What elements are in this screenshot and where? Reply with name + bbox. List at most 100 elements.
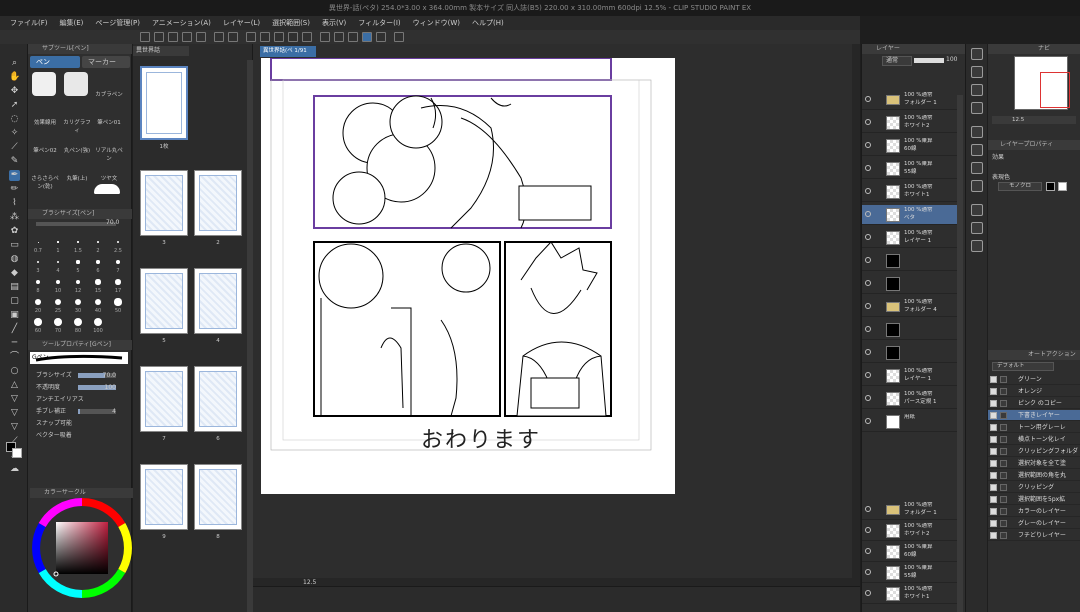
transform-icon[interactable] <box>260 32 270 42</box>
checkbox[interactable] <box>990 388 997 395</box>
layer-row[interactable]: 100 %乗算 55線 <box>862 159 958 179</box>
auto-action-item[interactable]: 選択対象を全て塗 <box>988 458 1080 469</box>
brush-size-preset[interactable] <box>57 241 59 243</box>
brush-size-preset[interactable] <box>55 279 61 285</box>
snap-ruler-icon[interactable] <box>348 32 358 42</box>
brush-size-preset[interactable] <box>54 318 62 326</box>
open-file-icon[interactable] <box>154 32 164 42</box>
document-tab[interactable]: 異世界話(ペ 1/91 <box>260 46 316 57</box>
dialog-toggle[interactable] <box>1000 448 1007 455</box>
brush-size-preset[interactable] <box>95 279 101 285</box>
brush-size-preset[interactable] <box>75 279 81 285</box>
page-thumbnail[interactable] <box>140 366 188 432</box>
dialog-toggle[interactable] <box>1000 484 1007 491</box>
dialog-toggle[interactable] <box>1000 400 1007 407</box>
ruler-icon[interactable]: ╱ <box>9 324 20 335</box>
eye-icon[interactable] <box>865 142 871 148</box>
checkbox[interactable] <box>990 532 997 539</box>
checkbox[interactable] <box>990 448 997 455</box>
dialog-toggle[interactable] <box>1000 508 1007 515</box>
layer-row[interactable]: 100 %通常 フォルダー 1 <box>862 500 958 520</box>
auto-action-item[interactable]: カラーのレイヤー <box>988 506 1080 517</box>
menu-item[interactable]: 編集(E) <box>60 16 84 30</box>
material-4-icon[interactable] <box>971 240 983 252</box>
eye-icon[interactable] <box>865 257 871 263</box>
crop-icon[interactable] <box>302 32 312 42</box>
eye-icon[interactable] <box>865 234 871 240</box>
menu-item[interactable]: アニメーション(A) <box>152 16 211 30</box>
move-icon[interactable]: ✥ <box>9 86 20 97</box>
export-icon[interactable] <box>196 32 206 42</box>
page-thumbnail[interactable] <box>140 170 188 236</box>
snap-grid-icon[interactable] <box>376 32 386 42</box>
snap-icon[interactable] <box>334 32 344 42</box>
tool-prop-row[interactable]: アンチエイリアス <box>36 394 126 405</box>
brush-size-preset[interactable] <box>54 298 62 306</box>
layer-row[interactable] <box>862 274 958 294</box>
brush-tsuya-preview[interactable] <box>94 184 120 194</box>
save-icon[interactable] <box>168 32 178 42</box>
deselect-icon[interactable] <box>274 32 284 42</box>
brush-size-preset[interactable] <box>94 318 102 326</box>
auto-action-item[interactable]: トーン用グレーレ <box>988 422 1080 433</box>
triangle3-icon[interactable]: ▽ <box>9 422 20 433</box>
checkbox[interactable] <box>990 424 997 431</box>
eraser-icon[interactable]: ▭ <box>9 240 20 251</box>
information-icon[interactable] <box>971 84 983 96</box>
brush-size-preset[interactable] <box>74 318 82 326</box>
page-thumbnail[interactable] <box>140 66 188 140</box>
frame-icon[interactable]: ▣ <box>9 310 20 321</box>
layer-row[interactable]: 100 %通常 ホワイト1 <box>862 584 958 604</box>
auto-action-item[interactable]: オレンジ <box>988 386 1080 397</box>
eye-icon[interactable] <box>865 527 871 533</box>
brush-size-preset[interactable] <box>94 298 102 306</box>
tool-prop-slider[interactable] <box>78 409 116 414</box>
triangle-icon[interactable]: ▽ <box>9 394 20 405</box>
dialog-toggle[interactable] <box>1000 376 1007 383</box>
dialog-toggle[interactable] <box>1000 472 1007 479</box>
navigator-zoom[interactable]: 12.5 <box>992 116 1076 124</box>
material-icon[interactable] <box>971 180 983 192</box>
eye-icon[interactable] <box>865 548 871 554</box>
figure-icon[interactable]: ▢ <box>9 296 20 307</box>
print-icon[interactable] <box>182 32 192 42</box>
menu-item[interactable]: ウィンドウ(W) <box>413 16 460 30</box>
auto-action-item[interactable]: ピンク のコピー <box>988 398 1080 409</box>
checkbox[interactable] <box>990 472 997 479</box>
white-swatch[interactable] <box>1058 182 1067 191</box>
canvas-zoom-value[interactable]: 12.5 <box>303 579 316 586</box>
layer-scrollbar[interactable] <box>957 95 963 612</box>
balloon-icon[interactable]: ☁ <box>9 464 20 475</box>
blend-icon[interactable]: ◍ <box>9 254 20 265</box>
layer-row[interactable]: 100 %乗算 60線 <box>862 136 958 156</box>
menu-item[interactable]: 選択範囲(S) <box>272 16 310 30</box>
eye-icon[interactable] <box>865 326 871 332</box>
checkbox[interactable] <box>990 436 997 443</box>
brush-size-preset[interactable] <box>35 279 41 285</box>
pencil-icon[interactable]: ✏ <box>9 184 20 195</box>
layer-search-icon[interactable] <box>971 126 983 138</box>
eye-icon[interactable] <box>865 188 871 194</box>
brush-g-pen[interactable] <box>32 72 56 96</box>
expression-color-select[interactable]: モノクロ <box>998 182 1042 191</box>
color-wheel-graphic[interactable] <box>30 496 134 600</box>
gradient-icon[interactable]: ▤ <box>9 282 20 293</box>
brush-size-preset[interactable] <box>76 260 80 264</box>
brush-size-preset[interactable] <box>56 260 60 264</box>
layer-row[interactable]: 100 %通常 レイヤー 1 <box>862 366 958 386</box>
auto-action-item[interactable]: 選択範囲を5px拡 <box>988 494 1080 505</box>
layer-row[interactable]: 100 %通常 フォルダー 1 <box>862 90 958 110</box>
canvas-vertical-scrollbar[interactable] <box>852 44 860 578</box>
eye-icon[interactable] <box>865 418 871 424</box>
auto-action-item[interactable]: 下書きレイヤー <box>988 410 1080 421</box>
auto-action-item[interactable]: フチどりレイヤー <box>988 530 1080 541</box>
dialog-toggle[interactable] <box>1000 412 1007 419</box>
page-manager-tab[interactable]: 異世界話 <box>133 46 189 56</box>
layer-row[interactable] <box>862 320 958 340</box>
layer-row[interactable]: 100 %通常 フォルダー 4 <box>862 297 958 317</box>
layer-opacity-slider[interactable] <box>914 58 944 63</box>
brush-icon[interactable]: ⌇ <box>9 198 20 209</box>
auto-action-item[interactable]: グリーン <box>988 374 1080 385</box>
dialog-toggle[interactable] <box>1000 520 1007 527</box>
dialog-toggle[interactable] <box>1000 436 1007 443</box>
